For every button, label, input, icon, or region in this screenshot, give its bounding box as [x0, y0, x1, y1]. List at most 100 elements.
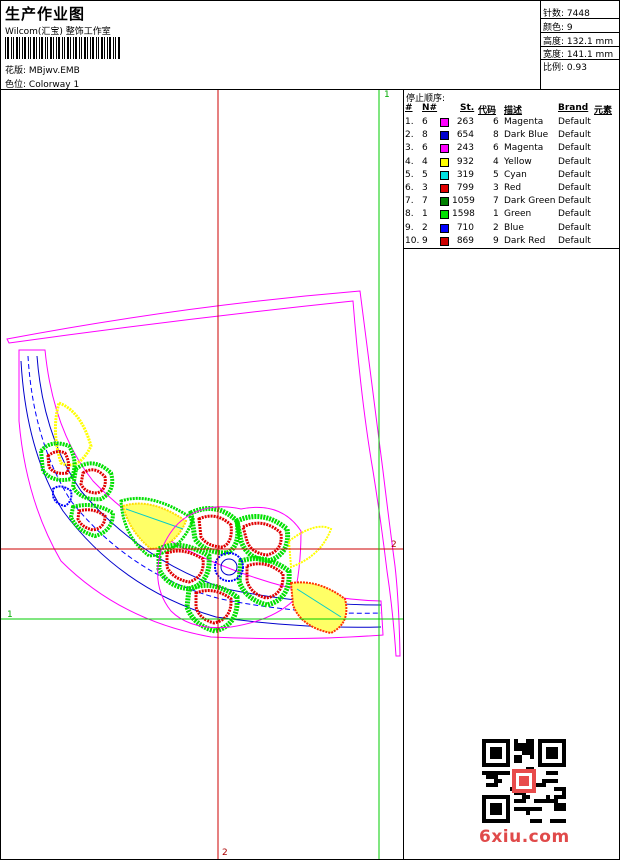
row-code: 5 — [493, 169, 499, 180]
production-worksheet: 生产作业图 Wilcom(汇宝) 整饰工作室 花版: MBjwv.EMB 色位:… — [0, 0, 620, 860]
row-description: Blue — [504, 222, 524, 233]
color-swatch — [440, 236, 449, 246]
row-stitches: 319 — [456, 169, 474, 180]
row-brand: Default — [558, 117, 591, 127]
row-code: 8 — [493, 130, 499, 141]
row-description: Red — [504, 183, 522, 193]
row-index: 6. — [405, 183, 414, 193]
table-row: 3. 6 243 6 Magenta Default — [404, 143, 619, 156]
row-needle: 7 — [422, 196, 428, 207]
color-swatch — [440, 210, 449, 220]
row-needle: 1 — [422, 209, 428, 220]
row-code: 1 — [493, 209, 499, 220]
row-description: Yellow — [504, 156, 532, 167]
row-description: Magenta — [504, 143, 544, 154]
stop-sequence-panel: 停止顺序: # N# St. 代码 描述 Brand 元素 1. 6 263 6 Mag… — [404, 90, 619, 249]
color-swatch — [440, 197, 449, 207]
row-stitches: 710 — [456, 222, 474, 233]
table-row: 2. 8 654 8 Dark Blue Default — [404, 130, 619, 143]
col-header-code: 代码 — [478, 106, 497, 116]
qr-code — [482, 739, 566, 823]
row-needle: 6 — [422, 143, 428, 154]
row-index: 2. — [405, 130, 414, 141]
color-swatch — [440, 144, 449, 154]
row-stitches: 263 — [456, 117, 474, 127]
row-description: Dark Red — [504, 235, 546, 246]
row-brand: Default — [558, 222, 591, 233]
barcode — [5, 37, 120, 59]
row-brand: Default — [558, 209, 591, 220]
colorway-label: 色位: — [5, 80, 27, 90]
row-needle: 4 — [422, 156, 428, 167]
design-file-value: MBjwv.EMB — [28, 66, 80, 76]
color-swatch — [440, 118, 449, 127]
row-needle: 8 — [422, 130, 428, 141]
color-swatch — [440, 131, 449, 141]
color-swatch — [440, 184, 449, 193]
col-header-index: # — [405, 103, 413, 113]
col-header-element: 元素 — [594, 106, 613, 116]
row-brand: Default — [558, 156, 591, 167]
col-header-description: 描述 — [504, 106, 523, 116]
row-needle: 3 — [422, 183, 428, 193]
row-index: 10. — [405, 235, 420, 246]
row-code: 7 — [493, 196, 499, 207]
red-h-guide-label: 2 — [391, 540, 397, 550]
header-block: 生产作业图 Wilcom(汇宝) 整饰工作室 花版: MBjwv.EMB 色位:… — [1, 1, 541, 90]
row-brand: Default — [558, 130, 591, 141]
row-brand: Default — [558, 235, 591, 246]
row-needle: 6 — [422, 117, 428, 127]
row-code: 6 — [493, 143, 499, 154]
table-row: 1. 6 263 6 Magenta Default — [404, 117, 619, 130]
row-stitches: 1059 — [452, 196, 475, 207]
green-v-guide-label: 1 — [384, 90, 390, 100]
table-row: 4. 4 932 4 Yellow Default — [404, 157, 619, 170]
row-stitches: 654 — [456, 130, 474, 141]
row-description: Green — [504, 209, 532, 220]
table-row: 5. 5 319 5 Cyan Default — [404, 170, 619, 183]
colorway-line: 色位: Colorway 1 — [5, 77, 79, 90]
col-header-stitches: St. — [460, 103, 475, 113]
row-code: 3 — [493, 183, 499, 193]
color-swatch — [440, 170, 449, 180]
row-needle: 5 — [422, 169, 428, 180]
row-code: 2 — [493, 222, 499, 233]
page-title: 生产作业图 — [5, 5, 86, 23]
row-stitches: 869 — [456, 235, 474, 246]
table-row: 10. 9 869 9 Dark Red Default — [404, 236, 619, 249]
table-row: 7. 7 1059 7 Dark Green Default — [404, 196, 619, 209]
row-needle: 9 — [422, 235, 428, 246]
row-index: 4. — [405, 156, 414, 167]
table-row: 9. 2 710 2 Blue Default — [404, 223, 619, 236]
row-index: 9. — [405, 222, 414, 233]
design-file-label: 花版: — [5, 66, 27, 76]
row-stitches: 932 — [456, 156, 474, 167]
red-v-guide-label: 2 — [222, 848, 228, 858]
row-description: Magenta — [504, 117, 544, 127]
row-stitches: 243 — [456, 143, 474, 154]
table-row: 6. 3 799 3 Red Default — [404, 183, 619, 196]
watermark-logo: 6xiu.com — [479, 827, 570, 847]
row-code: 4 — [493, 156, 499, 167]
row-description: Dark Green — [504, 196, 556, 207]
design-stats: 针数: 7448 颜色: 9 高度: 132.1 mm 宽度: 141.1 mm… — [541, 1, 619, 90]
company-name: Wilcom(汇宝) 整饰工作室 — [5, 27, 111, 37]
embroidery-preview: 1 1 2 2 — [1, 90, 404, 859]
col-header-brand: Brand — [558, 103, 589, 113]
row-brand: Default — [558, 183, 591, 193]
color-swatch — [440, 223, 449, 233]
row-brand: Default — [558, 196, 591, 207]
row-code: 9 — [493, 235, 499, 246]
colorway-value: Colorway 1 — [28, 80, 80, 90]
green-h-guide-label: 1 — [7, 610, 13, 620]
color-swatch — [440, 157, 449, 167]
row-index: 8. — [405, 209, 414, 220]
stat-scale: 比例: 0.93 — [543, 63, 587, 73]
row-index: 3. — [405, 143, 414, 154]
row-stitches: 799 — [456, 183, 474, 193]
row-brand: Default — [558, 169, 591, 180]
embroidery-drawing — [1, 90, 403, 859]
row-index: 1. — [405, 117, 414, 127]
row-code: 6 — [493, 117, 499, 127]
row-index: 7. — [405, 196, 414, 207]
